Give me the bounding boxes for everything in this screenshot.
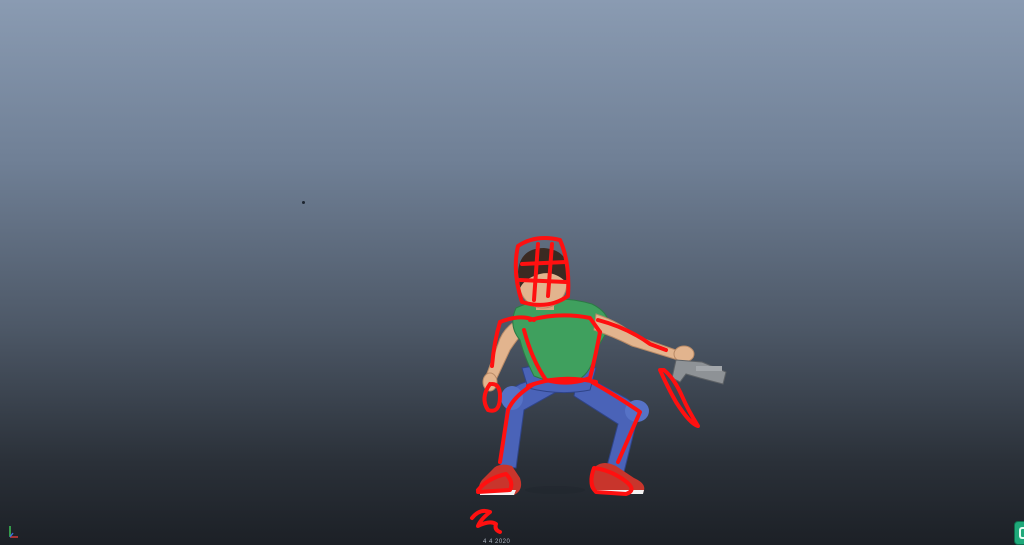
xyz-axis-icon bbox=[9, 526, 18, 538]
scene-canvas[interactable] bbox=[0, 0, 1024, 545]
left-leg bbox=[479, 373, 557, 495]
gun-prop bbox=[671, 359, 727, 385]
3d-viewport[interactable]: 4 4 2020 bbox=[0, 0, 1024, 545]
camera-pivot-marker bbox=[302, 201, 305, 204]
ground-shadow bbox=[525, 486, 585, 494]
side-panel-toggle-icon[interactable] bbox=[1014, 521, 1024, 545]
frame-counter-label: 4 4 2020 bbox=[483, 539, 511, 545]
